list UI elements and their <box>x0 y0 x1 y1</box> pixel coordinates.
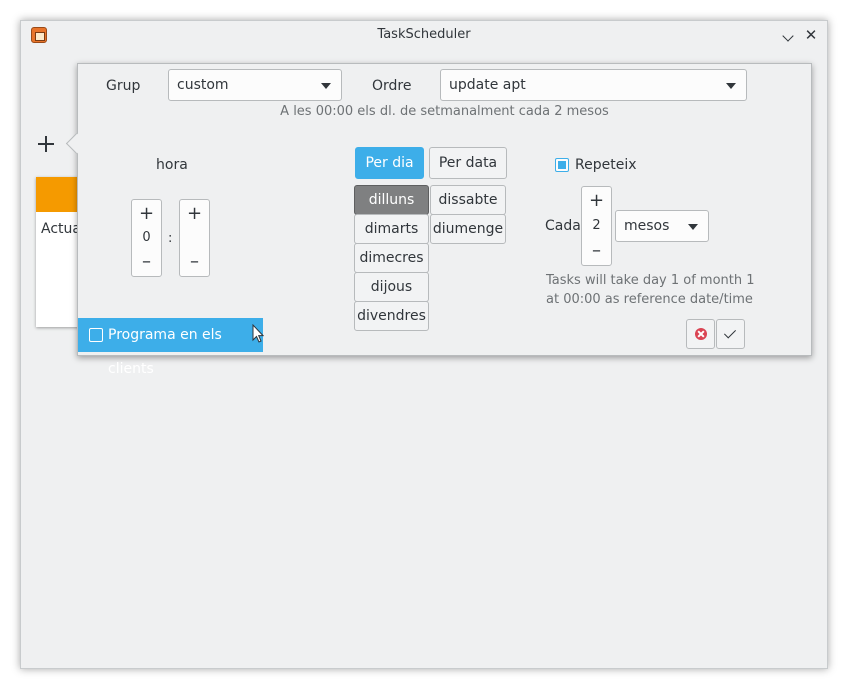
mouse-cursor-icon <box>252 324 264 343</box>
command-combo-value: update apt <box>449 77 526 93</box>
dropdown-arrow-icon <box>321 83 331 89</box>
check-icon <box>723 326 737 339</box>
cancel-icon <box>695 328 707 340</box>
group-label: Grup <box>106 78 141 94</box>
repeat-label: Repeteix <box>575 157 637 173</box>
tab-per-day[interactable]: Per dia <box>355 147 424 179</box>
every-label: Cada <box>545 218 581 234</box>
close-button[interactable]: ✕ <box>800 21 822 49</box>
task-card[interactable]: Actua <box>36 177 81 327</box>
every-increment-button[interactable]: + <box>582 191 611 211</box>
title-bar: TaskScheduler ✕ <box>21 21 827 49</box>
day-button-dimarts[interactable]: dimarts <box>354 214 429 244</box>
every-spinbox[interactable]: + 2 – <box>581 186 612 266</box>
clients-option[interactable]: Programa en els clients <box>78 318 264 377</box>
cancel-button[interactable] <box>686 319 715 349</box>
popup-arrow <box>65 132 88 155</box>
day-button-diumenge[interactable]: diumenge <box>430 214 506 244</box>
hour-spinbox[interactable]: + 0 – <box>131 199 162 277</box>
task-card-text: Actua <box>41 221 81 237</box>
reference-note: Tasks will take day 1 of month 1 at 00:0… <box>546 271 755 309</box>
group-combo-value: custom <box>177 77 229 93</box>
calendar-app-icon <box>31 27 47 43</box>
clients-label: Programa en els clients <box>108 327 222 377</box>
task-card-header <box>36 177 81 212</box>
reference-note-line2: at 00:00 as reference date/time <box>546 292 753 307</box>
every-value: 2 <box>592 218 601 233</box>
minute-spinbox[interactable]: + – <box>179 199 210 277</box>
group-combo[interactable]: custom <box>168 69 342 101</box>
clients-checkbox[interactable] <box>89 328 103 342</box>
accept-button[interactable] <box>716 319 745 349</box>
minute-increment-button[interactable]: + <box>180 204 209 224</box>
day-button-dissabte[interactable]: dissabte <box>430 185 506 215</box>
command-combo[interactable]: update apt <box>440 69 747 101</box>
schedule-summary: A les 00:00 els dl. de setmanalment cada… <box>280 104 609 119</box>
minimize-button[interactable] <box>777 21 799 49</box>
day-button-dilluns[interactable]: dilluns <box>354 185 429 215</box>
hour-decrement-button[interactable]: – <box>132 252 161 272</box>
day-button-dimecres[interactable]: dimecres <box>354 243 429 273</box>
command-label: Ordre <box>372 78 412 94</box>
close-icon: ✕ <box>804 26 818 44</box>
chevron-down-icon <box>782 30 794 42</box>
time-separator: : <box>168 231 173 246</box>
hour-increment-button[interactable]: + <box>132 204 161 224</box>
app-window: TaskScheduler ✕ Actua Grup custom Ordre … <box>20 20 828 669</box>
minute-decrement-button[interactable]: – <box>180 252 209 272</box>
unit-combo[interactable]: mesos <box>615 210 709 242</box>
hour-value: 0 <box>142 230 151 245</box>
add-task-icon[interactable] <box>38 136 54 152</box>
every-decrement-button[interactable]: – <box>582 241 611 261</box>
schedule-popup: Grup custom Ordre update apt A les 00:00… <box>65 63 812 377</box>
hour-label: hora <box>156 157 188 173</box>
repeat-checkbox[interactable] <box>555 158 569 172</box>
dropdown-arrow-icon <box>688 224 698 230</box>
dropdown-arrow-icon <box>726 83 736 89</box>
window-title: TaskScheduler <box>377 27 471 42</box>
day-button-divendres[interactable]: divendres <box>354 301 429 331</box>
reference-note-line1: Tasks will take day 1 of month 1 <box>546 273 755 288</box>
day-button-dijous[interactable]: dijous <box>354 272 429 302</box>
tab-per-date[interactable]: Per data <box>429 147 507 179</box>
unit-combo-value: mesos <box>624 218 670 234</box>
